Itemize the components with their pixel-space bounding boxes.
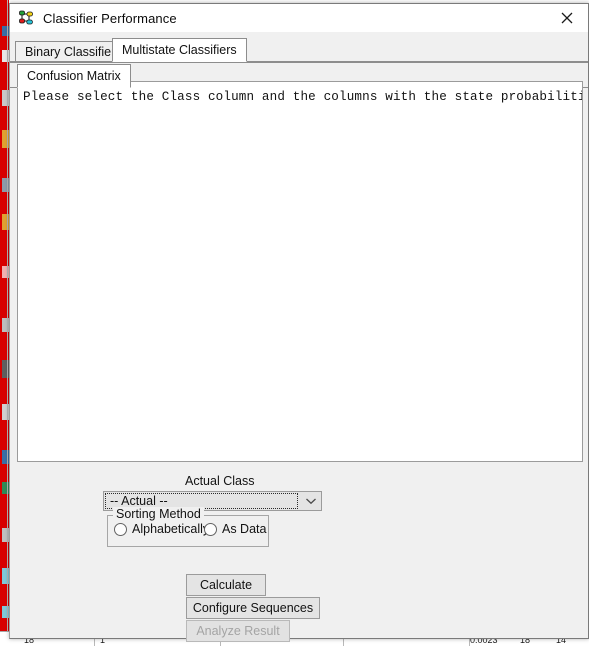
actual-class-value: -- Actual -- [110,494,168,508]
radio-as-data-circle [204,522,217,536]
multistate-classifiers-page: Confusion Matrix Please select the Class… [10,62,588,642]
calculate-button[interactable]: Calculate [186,574,266,596]
radio-alphabetically-circle [114,522,127,536]
analyze-result-button: Analyze Result [186,620,290,642]
calculate-button-label: Calculate [199,578,253,592]
tab-multistate-classifiers[interactable]: Multistate Classifiers [112,38,247,62]
radio-as-data-label: As Data [222,522,267,536]
title-bar: Classifier Performance [10,4,588,32]
tab-multistate-classifiers-label: Multistate Classifiers [122,43,237,57]
window-title: Classifier Performance [43,10,177,26]
background-left-rule [7,0,8,646]
radio-sorting-alphabetically[interactable]: Alphabetically [114,522,209,536]
classifier-performance-dialog: Classifier Performance Binary Classifier… [9,3,589,642]
analyze-result-button-label: Analyze Result [196,624,280,638]
radio-sorting-as-data[interactable]: As Data [204,522,266,536]
network-nodes-icon [18,10,34,26]
outer-tabstrip: Binary Classifiers Multistate Classifier… [10,37,588,62]
tab-confusion-matrix[interactable]: Confusion Matrix [17,64,131,88]
configure-sequences-button[interactable]: Configure Sequences [186,597,320,619]
radio-alphabetically-label: Alphabetically [132,522,210,536]
configure-sequences-button-label: Configure Sequences [192,601,314,615]
close-icon[interactable] [546,4,588,32]
actual-class-label: Actual Class [185,474,255,488]
tab-binary-classifiers-label: Binary Classifiers [25,45,122,59]
controls-area: Actual Class -- Actual -- Sorting Method… [10,469,588,642]
column-selection-panel[interactable]: Please select the Class column and the c… [17,81,583,462]
chevron-down-icon [300,492,321,510]
sorting-method-title: Sorting Method [113,507,204,521]
tab-confusion-matrix-label: Confusion Matrix [27,69,121,83]
